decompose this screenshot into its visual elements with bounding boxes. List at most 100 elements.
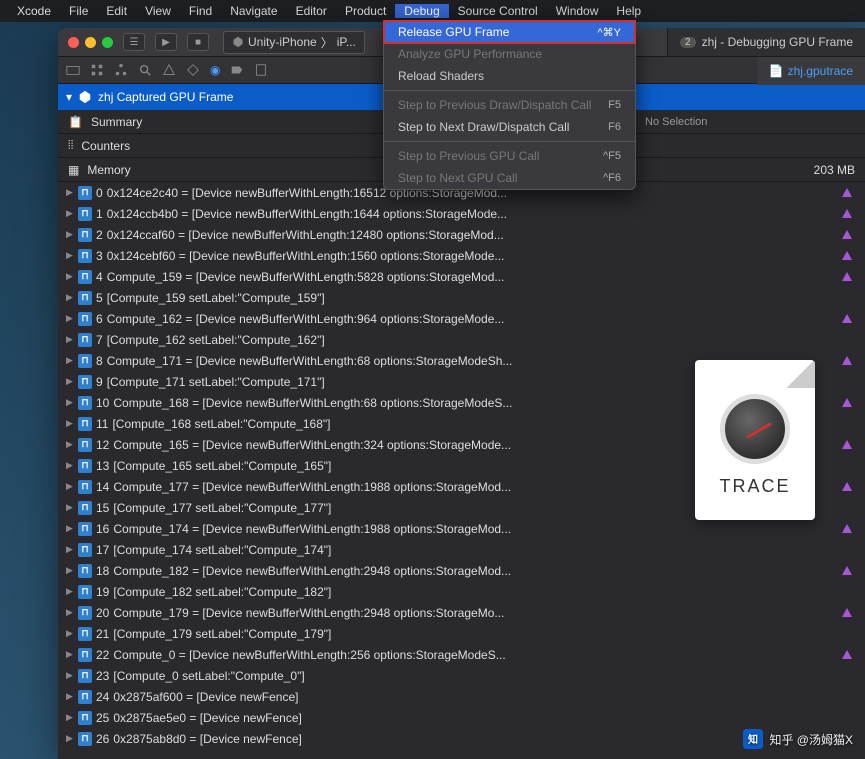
api-call-icon: ⊓ xyxy=(78,417,92,431)
report-icon[interactable] xyxy=(254,63,268,77)
call-row[interactable]: ▶⊓23 [Compute_0 setLabel:"Compute_0"] xyxy=(58,665,865,686)
menu-item-release-gpu-frame[interactable]: Release GPU Frame^⌘Y xyxy=(384,21,635,43)
disclosure-icon: ▶ xyxy=(66,334,74,345)
row-index: 24 xyxy=(96,690,109,704)
warning-icon xyxy=(841,250,853,262)
menu-debug[interactable]: Debug xyxy=(395,4,448,18)
api-call-icon: ⊓ xyxy=(78,438,92,452)
menu-item-reload-shaders[interactable]: Reload Shaders xyxy=(384,65,635,87)
row-index: 6 xyxy=(96,312,103,326)
menu-help[interactable]: Help xyxy=(607,4,650,18)
stop-button[interactable]: ■ xyxy=(187,33,209,51)
menu-item-analyze-gpu-performance: Analyze GPU Performance xyxy=(384,43,635,65)
menu-xcode[interactable]: Xcode xyxy=(8,4,60,18)
call-row[interactable]: ▶⊓2 0x124ccaf60 = [Device newBufferWithL… xyxy=(58,224,865,245)
search-icon[interactable] xyxy=(138,63,152,77)
run-button[interactable]: ▶ xyxy=(155,33,177,51)
trace-file-icon[interactable]: TRACE xyxy=(695,360,815,520)
row-text: Compute_168 = [Device newBufferWithLengt… xyxy=(113,396,512,410)
call-row[interactable]: ▶⊓19 [Compute_182 setLabel:"Compute_182"… xyxy=(58,581,865,602)
minimize-traffic-light[interactable] xyxy=(85,37,96,48)
call-row[interactable]: ▶⊓16 Compute_174 = [Device newBufferWith… xyxy=(58,518,865,539)
warning-icon xyxy=(841,271,853,283)
call-row[interactable]: ▶⊓6 Compute_162 = [Device newBufferWithL… xyxy=(58,308,865,329)
call-row[interactable]: ▶⊓18 Compute_182 = [Device newBufferWith… xyxy=(58,560,865,581)
disclosure-icon: ▶ xyxy=(66,250,74,261)
api-call-icon: ⊓ xyxy=(78,711,92,725)
doc-icon: 📄 xyxy=(769,64,784,78)
row-text: [Compute_162 setLabel:"Compute_162"] xyxy=(107,333,325,347)
row-index: 21 xyxy=(96,627,109,641)
unity-icon xyxy=(232,36,244,48)
disclosure-icon: ▶ xyxy=(66,670,74,681)
api-call-icon: ⊓ xyxy=(78,396,92,410)
disclosure-icon: ▶ xyxy=(66,271,74,282)
disclosure-icon: ▶ xyxy=(66,418,74,429)
row-text: 0x2875ae5e0 = [Device newFence] xyxy=(113,711,301,725)
row-index: 17 xyxy=(96,543,109,557)
row-text: 0x124cebf60 = [Device newBufferWithLengt… xyxy=(107,249,505,263)
row-text: Compute_174 = [Device newBufferWithLengt… xyxy=(113,522,511,536)
api-call-icon: ⊓ xyxy=(78,501,92,515)
diamond-icon[interactable] xyxy=(186,63,200,77)
menu-editor[interactable]: Editor xyxy=(287,4,336,18)
menu-item-step-to-next-draw-dispatch-call[interactable]: Step to Next Draw/Dispatch CallF6 xyxy=(384,116,635,138)
menu-view[interactable]: View xyxy=(136,4,180,18)
menu-window[interactable]: Window xyxy=(547,4,608,18)
sidebar-toggle-button[interactable]: ☰ xyxy=(123,33,145,51)
menu-navigate[interactable]: Navigate xyxy=(221,4,286,18)
warning-icon xyxy=(841,607,853,619)
api-call-icon: ⊓ xyxy=(78,564,92,578)
menu-source-control[interactable]: Source Control xyxy=(449,4,547,18)
row-index: 26 xyxy=(96,732,109,746)
folder-icon[interactable] xyxy=(66,63,80,77)
close-traffic-light[interactable] xyxy=(68,37,79,48)
api-call-icon: ⊓ xyxy=(78,312,92,326)
row-index: 3 xyxy=(96,249,103,263)
row-text: 0x124ccb4b0 = [Device newBufferWithLengt… xyxy=(107,207,507,221)
row-text: Compute_159 = [Device newBufferWithLengt… xyxy=(107,270,505,284)
menu-product[interactable]: Product xyxy=(336,4,395,18)
call-row[interactable]: ▶⊓5 [Compute_159 setLabel:"Compute_159"] xyxy=(58,287,865,308)
row-text: [Compute_0 setLabel:"Compute_0"] xyxy=(113,669,304,683)
call-row[interactable]: ▶⊓17 [Compute_174 setLabel:"Compute_174"… xyxy=(58,539,865,560)
trace-file-tab[interactable]: 📄 zhj.gputrace xyxy=(757,57,865,85)
menu-find[interactable]: Find xyxy=(180,4,221,18)
row-text: [Compute_165 setLabel:"Compute_165"] xyxy=(113,459,331,473)
grid-icon[interactable] xyxy=(90,63,104,77)
row-text: Compute_165 = [Device newBufferWithLengt… xyxy=(113,438,511,452)
menu-edit[interactable]: Edit xyxy=(97,4,136,18)
call-row[interactable]: ▶⊓21 [Compute_179 setLabel:"Compute_179"… xyxy=(58,623,865,644)
call-row[interactable]: ▶⊓4 Compute_159 = [Device newBufferWithL… xyxy=(58,266,865,287)
hierarchy-icon[interactable] xyxy=(114,63,128,77)
system-menubar: XcodeFileEditViewFindNavigateEditorProdu… xyxy=(0,0,865,22)
call-row[interactable]: ▶⊓24 0x2875af600 = [Device newFence] xyxy=(58,686,865,707)
row-index: 2 xyxy=(96,228,103,242)
row-index: 10 xyxy=(96,396,109,410)
warning-icon xyxy=(841,649,853,661)
disclosure-icon: ▶ xyxy=(66,607,74,618)
api-call-icon: ⊓ xyxy=(78,648,92,662)
call-row[interactable]: ▶⊓3 0x124cebf60 = [Device newBufferWithL… xyxy=(58,245,865,266)
disclosure-icon: ▶ xyxy=(66,460,74,471)
editor-tab[interactable]: 2 zhj - Debugging GPU Frame xyxy=(667,28,865,56)
call-row[interactable]: ▶⊓22 Compute_0 = [Device newBufferWithLe… xyxy=(58,644,865,665)
trace-label: TRACE xyxy=(719,476,790,497)
scheme-selector[interactable]: Unity-iPhone 〉 iP... xyxy=(223,31,365,54)
zoom-traffic-light[interactable] xyxy=(102,37,113,48)
breakpoint-icon[interactable] xyxy=(230,63,244,77)
menu-file[interactable]: File xyxy=(60,4,97,18)
call-row[interactable]: ▶⊓1 0x124ccb4b0 = [Device newBufferWithL… xyxy=(58,203,865,224)
disclosure-icon: ▶ xyxy=(66,628,74,639)
call-row[interactable]: ▶⊓20 Compute_179 = [Device newBufferWith… xyxy=(58,602,865,623)
warning-nav-icon[interactable] xyxy=(162,63,176,77)
api-call-icon: ⊓ xyxy=(78,543,92,557)
disclosure-icon: ▶ xyxy=(66,565,74,576)
call-row[interactable]: ▶⊓7 [Compute_162 setLabel:"Compute_162"] xyxy=(58,329,865,350)
row-text: 0x2875af600 = [Device newFence] xyxy=(113,690,298,704)
disclosure-icon: ▶ xyxy=(66,691,74,702)
disclosure-icon: ▶ xyxy=(66,481,74,492)
gpu-nav-icon[interactable]: ◉ xyxy=(210,63,220,77)
row-text: [Compute_182 setLabel:"Compute_182"] xyxy=(113,585,331,599)
call-row[interactable]: ▶⊓25 0x2875ae5e0 = [Device newFence] xyxy=(58,707,865,728)
